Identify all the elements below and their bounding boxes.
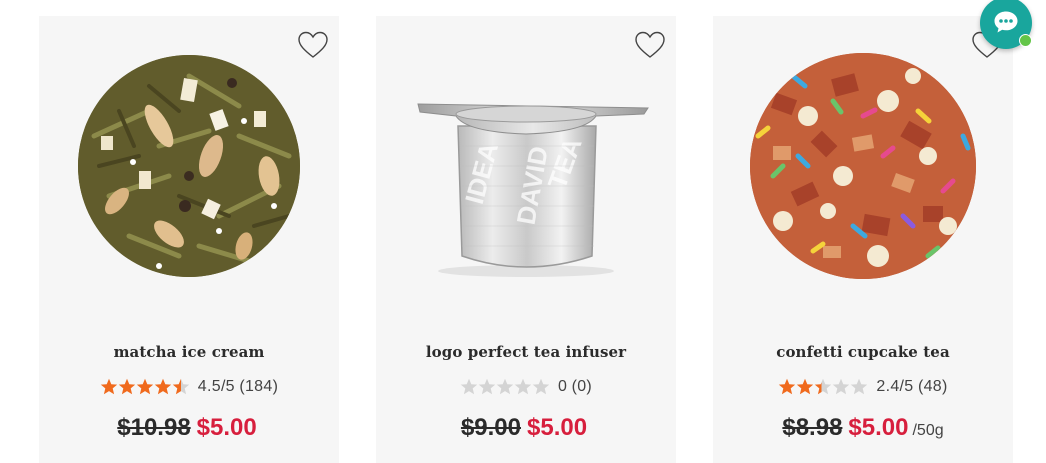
star-icon	[118, 378, 136, 396]
star-icon	[514, 378, 532, 396]
original-price: $9.00	[460, 414, 521, 441]
product-image-matcha-ice-cream[interactable]	[39, 16, 339, 316]
star-icon	[460, 378, 478, 396]
product-image-confetti-cupcake[interactable]	[713, 16, 1013, 316]
product-card[interactable]: confetti cupcake tea 2.4/5 (48) $8.98 $5.…	[713, 16, 1013, 463]
rating-score: 0	[557, 378, 568, 395]
star-icon	[496, 378, 514, 396]
rating-stars	[100, 378, 190, 396]
product-price: $9.00 $5.00	[376, 414, 676, 442]
star-icon	[154, 378, 172, 396]
product-name[interactable]: matcha ice cream	[39, 343, 339, 361]
review-count[interactable]: (48)	[918, 378, 948, 396]
wishlist-heart-icon[interactable]	[298, 31, 328, 59]
star-icon	[478, 378, 496, 396]
wishlist-heart-icon[interactable]	[635, 31, 665, 59]
original-price: $10.98	[117, 414, 191, 441]
star-icon	[850, 378, 868, 396]
star-icon	[814, 378, 832, 396]
star-icon	[778, 378, 796, 396]
product-price: $8.98 $5.00/50g	[713, 414, 1013, 442]
product-image-tea-infuser[interactable]: IDEA DAVID TEA	[376, 16, 676, 316]
product-rating: 4.5/5 (184)	[39, 378, 339, 396]
review-count[interactable]: (0)	[572, 378, 592, 396]
online-status-dot	[1019, 34, 1032, 47]
product-name[interactable]: confetti cupcake tea	[713, 343, 1013, 361]
product-rating: 2.4/5 (48)	[713, 378, 1013, 396]
sale-price: $5.00	[848, 414, 909, 441]
product-card[interactable]: IDEA DAVID TEA logo perfect tea infuser …	[376, 16, 676, 463]
rating-stars	[460, 378, 550, 396]
rating-stars	[778, 378, 868, 396]
product-card[interactable]: matcha ice cream 4.5/5 (184) $10.98 $5.00	[39, 16, 339, 463]
star-icon	[100, 378, 118, 396]
product-price: $10.98 $5.00	[39, 414, 339, 442]
original-price: $8.98	[782, 414, 843, 441]
chat-bubble-icon	[994, 11, 1018, 33]
sale-price: $5.00	[196, 414, 257, 441]
rating-score: 4.5/5	[197, 378, 235, 395]
review-count[interactable]: (184)	[239, 378, 278, 396]
price-unit: /50g	[912, 422, 944, 439]
sale-price: $5.00	[527, 414, 588, 441]
star-icon	[832, 378, 850, 396]
rating-score: 2.4/5	[876, 378, 914, 395]
star-icon	[136, 378, 154, 396]
star-icon	[172, 378, 190, 396]
chat-button[interactable]	[980, 0, 1032, 49]
star-icon	[796, 378, 814, 396]
product-grid: matcha ice cream 4.5/5 (184) $10.98 $5.00	[0, 0, 1046, 463]
star-icon	[532, 378, 550, 396]
product-name[interactable]: logo perfect tea infuser	[376, 343, 676, 361]
product-rating: 0 (0)	[376, 378, 676, 396]
